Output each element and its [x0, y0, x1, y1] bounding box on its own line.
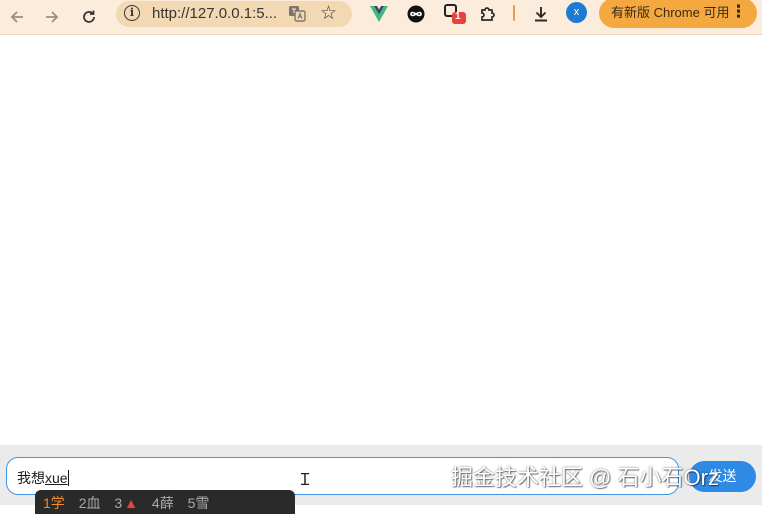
- ime-candidate[interactable]: 4薛: [152, 495, 174, 511]
- input-committed-text: 我想: [17, 470, 45, 486]
- watermark-text: 掘金技术社区 @ 石小石Orz: [451, 465, 719, 490]
- address-bar[interactable]: i http://127.0.0.1:5... ☆: [116, 1, 352, 27]
- ime-candidate[interactable]: 1学: [43, 495, 65, 511]
- extension-badge-count: 1: [455, 11, 461, 22]
- page-content: [0, 35, 762, 445]
- download-icon[interactable]: [528, 2, 554, 26]
- input-composition-text: xue: [45, 470, 68, 486]
- ime-candidate-bar: 1学 2血 3 ▲ 4薛 5雪: [35, 490, 295, 514]
- text-cursor-icon: Ｉ: [297, 470, 314, 489]
- reload-icon[interactable]: [74, 2, 104, 32]
- browser-toolbar: i http://127.0.0.1:5... ☆ 1 x 有新版 Chrome…: [0, 0, 762, 35]
- translate-icon[interactable]: [288, 5, 306, 22]
- vue-devtools-icon[interactable]: [366, 2, 392, 26]
- ime-candidate[interactable]: 5雪: [188, 495, 210, 511]
- ime-fire-icon: ▲: [124, 495, 139, 511]
- url-text: http://127.0.0.1:5...: [152, 5, 278, 22]
- input-text: 我想xue: [17, 468, 69, 488]
- chrome-update-button[interactable]: 有新版 Chrome 可用 ⋮: [599, 0, 757, 28]
- back-arrow-icon[interactable]: [2, 2, 32, 32]
- infinity-extension-icon[interactable]: [403, 2, 429, 26]
- toolbar-divider: [513, 5, 515, 21]
- ime-candidate[interactable]: 2血: [79, 495, 101, 511]
- notification-extension-icon[interactable]: 1: [440, 2, 470, 26]
- bookmark-star-icon[interactable]: ☆: [320, 2, 337, 25]
- extensions-puzzle-icon[interactable]: [475, 2, 501, 26]
- more-menu-icon[interactable]: ⋮: [730, 0, 747, 26]
- forward-arrow-icon[interactable]: [37, 2, 67, 32]
- profile-avatar[interactable]: x: [566, 2, 587, 23]
- update-button-label: 有新版 Chrome 可用: [611, 5, 730, 20]
- site-info-icon[interactable]: i: [124, 5, 140, 21]
- ime-candidate[interactable]: 3: [114, 495, 122, 511]
- text-caret: [67, 470, 69, 486]
